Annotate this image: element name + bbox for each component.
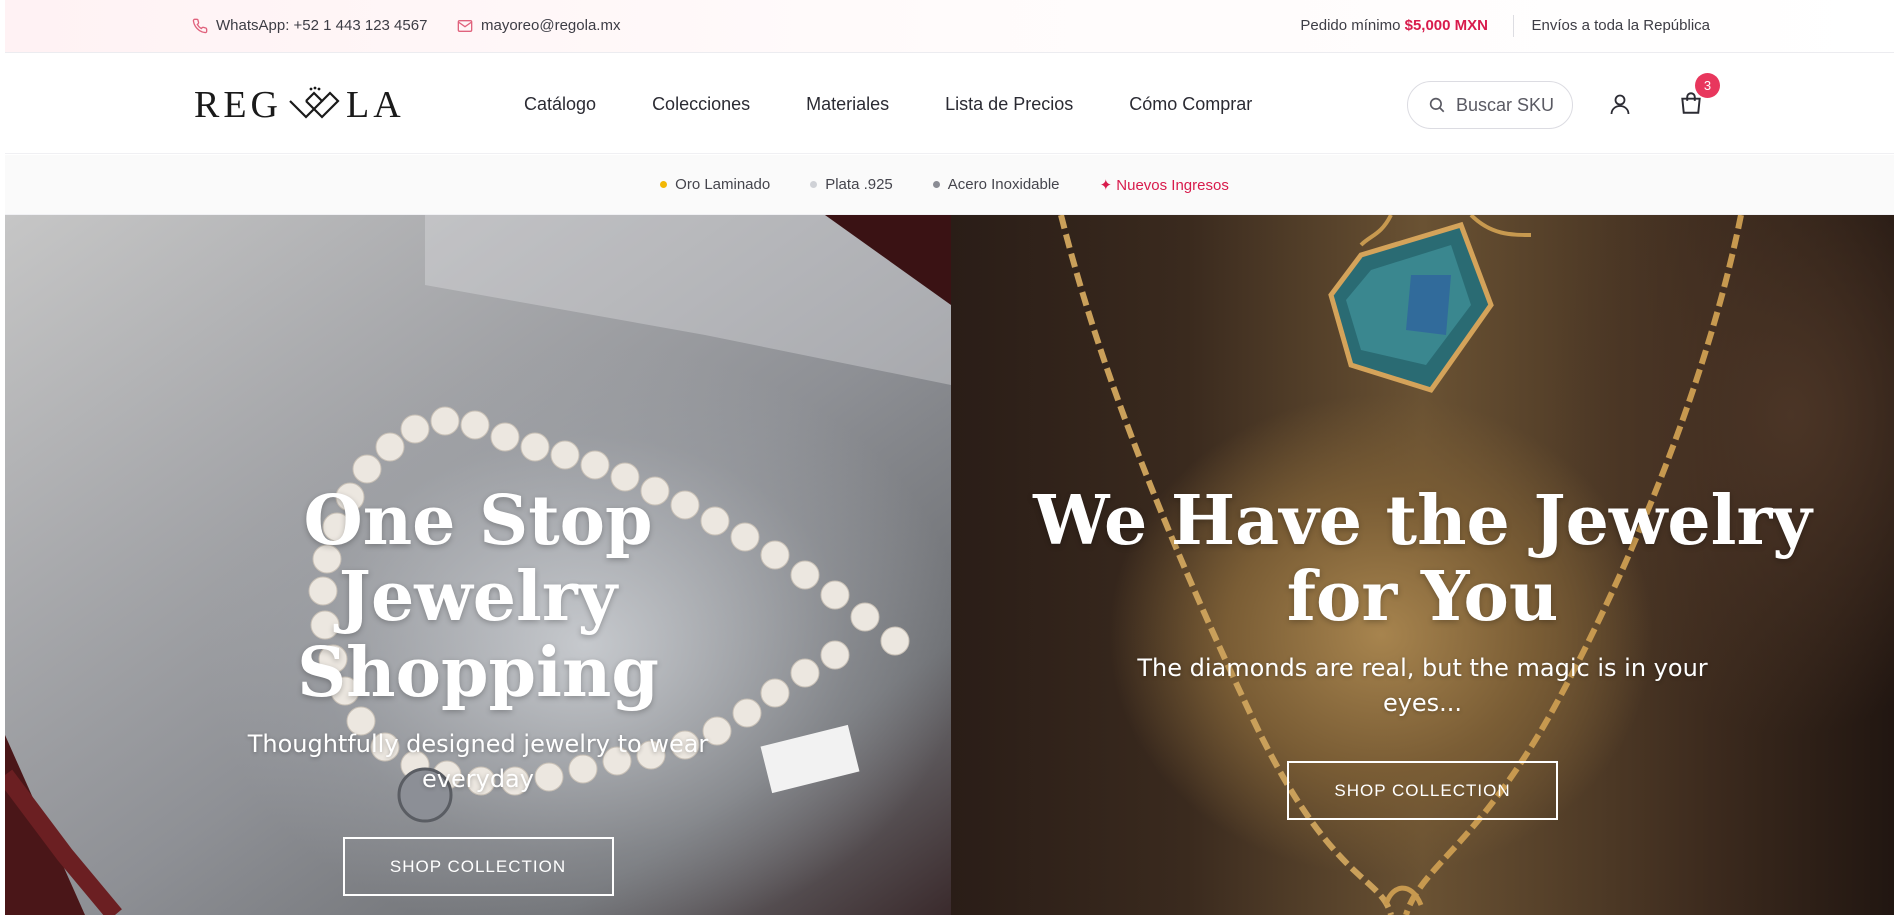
category-label: Oro Laminado (675, 176, 771, 193)
top-utility-bar: WhatsApp: +52 1 443 123 4567 mayoreo@reg… (5, 0, 1894, 53)
nav-item-como-comprar[interactable]: Cómo Comprar (1129, 94, 1252, 115)
whatsapp-text: WhatsApp: +52 1 443 123 4567 (216, 17, 428, 34)
hero-content-left: One Stop Jewelry Shopping Thoughtfully d… (5, 215, 951, 915)
hero-content-right: We Have the Jewelry for You The diamonds… (951, 215, 1894, 915)
category-label: ✦ Nuevos Ingresos (1099, 176, 1229, 194)
category-nuevos-ingresos[interactable]: ✦ Nuevos Ingresos (1100, 176, 1229, 194)
diamond-logo-icon (289, 86, 340, 119)
cart-count-badge: 3 (1695, 73, 1720, 98)
logo[interactable]: REG LA (194, 84, 405, 126)
min-order-label: Pedido mínimo (1300, 17, 1401, 34)
mail-icon (457, 19, 473, 32)
main-nav: Catálogo Colecciones Materiales Lista de… (524, 94, 1252, 115)
whatsapp-contact[interactable]: WhatsApp: +52 1 443 123 4567 (192, 17, 427, 34)
shop-collection-button[interactable]: SHOP COLLECTION (342, 837, 614, 896)
search-icon (1429, 97, 1445, 113)
gold-dot-icon (660, 181, 668, 188)
min-order-amount: $5,000 MXN (1404, 17, 1488, 34)
nav-item-catalogo[interactable]: Catálogo (524, 94, 596, 115)
category-plata[interactable]: Plata .925 (810, 176, 893, 193)
shop-collection-button[interactable]: SHOP COLLECTION (1287, 761, 1558, 820)
search-box[interactable]: Buscar SKU (1407, 81, 1573, 129)
phone-icon (192, 18, 208, 33)
hero-title: One Stop Jewelry Shopping (297, 481, 659, 713)
hero-panel-pearls: One Stop Jewelry Shopping Thoughtfully d… (5, 215, 951, 915)
hero-title: We Have the Jewelry for You (1033, 481, 1812, 637)
user-icon[interactable] (1608, 92, 1632, 116)
hero-banner: One Stop Jewelry Shopping Thoughtfully d… (5, 215, 1894, 915)
email-text: mayoreo@regola.mx (481, 17, 621, 34)
category-label: Acero Inoxidable (947, 176, 1060, 193)
min-order-notice: Pedido mínimo $5,000 MXN (1300, 17, 1488, 34)
main-header: REG LA Catálogo Colecciones Materiales L… (5, 54, 1894, 154)
hero-panel-chains: We Have the Jewelry for You The diamonds… (951, 215, 1894, 915)
hero-subtitle: The diamonds are real, but the magic is … (1137, 654, 1708, 717)
category-acero-inoxidable[interactable]: Acero Inoxidable (932, 176, 1060, 193)
silver-dot-icon (810, 181, 818, 188)
category-oro-laminado[interactable]: Oro Laminado (660, 176, 770, 193)
search-placeholder: Buscar SKU (1456, 94, 1555, 115)
nav-item-materiales[interactable]: Materiales (806, 94, 889, 115)
nav-item-lista-de-precios[interactable]: Lista de Precios (945, 94, 1073, 115)
nav-item-colecciones[interactable]: Colecciones (652, 94, 750, 115)
logo-text-left: REG (194, 84, 282, 126)
hero-subtitle: Thoughtfully designed jewelry to wear ev… (247, 730, 709, 793)
logo-text-right: LA (346, 84, 405, 126)
email-contact[interactable]: mayoreo@regola.mx (457, 17, 620, 34)
category-strip: Oro Laminado Plata .925 Acero Inoxidable… (5, 155, 1894, 215)
category-label: Plata .925 (825, 176, 893, 193)
shipping-notice: Envíos a toda la República (1531, 17, 1710, 34)
topbar-divider (1513, 15, 1514, 37)
steel-dot-icon (932, 181, 940, 188)
